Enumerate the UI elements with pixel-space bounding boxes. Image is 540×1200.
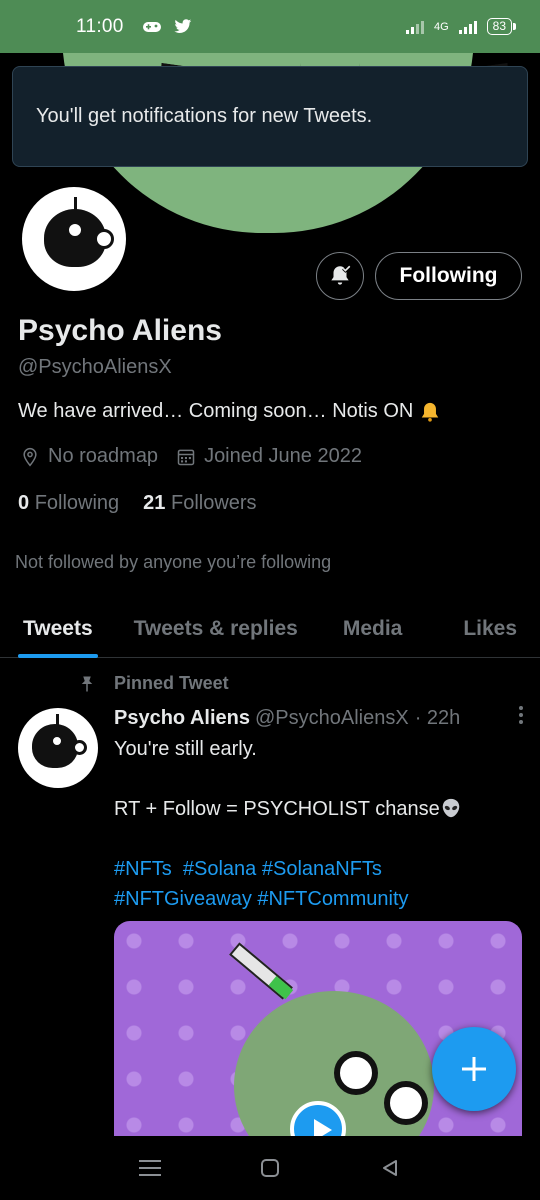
calendar-icon [177, 449, 195, 465]
menu-icon[interactable] [130, 1153, 170, 1183]
profile-name: Psycho Aliens [18, 314, 222, 347]
status-time: 11:00 [76, 15, 124, 37]
status-bar: 11:00 4G 83 [0, 0, 540, 53]
not-followed-note: Not followed by anyone you’re following [15, 552, 332, 572]
tweet-text: You're still early. RT + Follow = PSYCHO… [114, 734, 524, 914]
hashtags-line-1[interactable]: #NFTs #Solana #SolanaNFTs [114, 854, 524, 884]
follow-counts: 0 Following 21 Followers [18, 492, 257, 515]
home-square-icon[interactable] [250, 1153, 290, 1183]
tweet-header: Psycho Aliens @PsychoAliensX · 22h [114, 705, 524, 731]
twitter-bird-icon [174, 19, 191, 33]
tab-media[interactable]: Media [343, 600, 403, 658]
profile-bio: We have arrived… Coming soon… Notis ON [18, 400, 441, 423]
bell-check-icon [331, 265, 351, 285]
followers-count-link[interactable]: 21 Followers [143, 492, 256, 515]
pinned-label: Pinned Tweet [78, 673, 229, 694]
tab-tweets[interactable]: Tweets [18, 600, 98, 658]
hashtags-line-2[interactable]: #NFTGiveaway #NFTCommunity [114, 884, 524, 914]
notification-toast: You'll get notifications for new Tweets. [12, 66, 528, 167]
notifications-bell-button[interactable] [316, 252, 364, 300]
tweet-age: · 22h [414, 706, 461, 729]
back-triangle-icon[interactable] [370, 1153, 410, 1183]
compose-tweet-button[interactable] [432, 1027, 516, 1111]
alien-emoji-icon [442, 798, 459, 818]
plus-icon [462, 1057, 486, 1081]
profile-meta: No roadmap Joined June 2022 [20, 445, 380, 468]
profile-avatar[interactable] [18, 183, 130, 295]
tweet-author-handle[interactable]: @PsychoAliensX [255, 707, 409, 730]
following-count-link[interactable]: 0 Following [18, 492, 119, 515]
tab-likes[interactable]: Likes [463, 600, 517, 658]
profile-handle: @PsychoAliensX [18, 356, 172, 378]
pin-icon [81, 676, 93, 691]
toast-message: You'll get notifications for new Tweets. [36, 105, 373, 127]
bell-emoji-icon [422, 402, 439, 422]
tab-tweets-replies[interactable]: Tweets & replies [134, 600, 298, 658]
profile-tabs: Tweets Tweets & replies Media Likes [0, 600, 540, 658]
following-button[interactable]: Following [375, 252, 522, 300]
tweet-author-name[interactable]: Psycho Aliens [114, 707, 250, 730]
signal-icon [405, 20, 424, 34]
system-nav-bar [0, 1136, 540, 1200]
more-vertical-icon[interactable] [518, 705, 524, 731]
profile-joined: Joined June 2022 [204, 445, 362, 467]
battery-icon: 83 [486, 18, 517, 35]
game-controller-icon [142, 21, 161, 32]
network-type: 4G [433, 20, 449, 33]
location-pin-icon [23, 447, 37, 466]
profile-location: No roadmap [48, 445, 159, 467]
bio-text: We have arrived… Coming soon… Notis ON [18, 400, 414, 422]
signal-icon-2 [458, 20, 477, 34]
tweet-author-avatar[interactable] [18, 708, 98, 788]
